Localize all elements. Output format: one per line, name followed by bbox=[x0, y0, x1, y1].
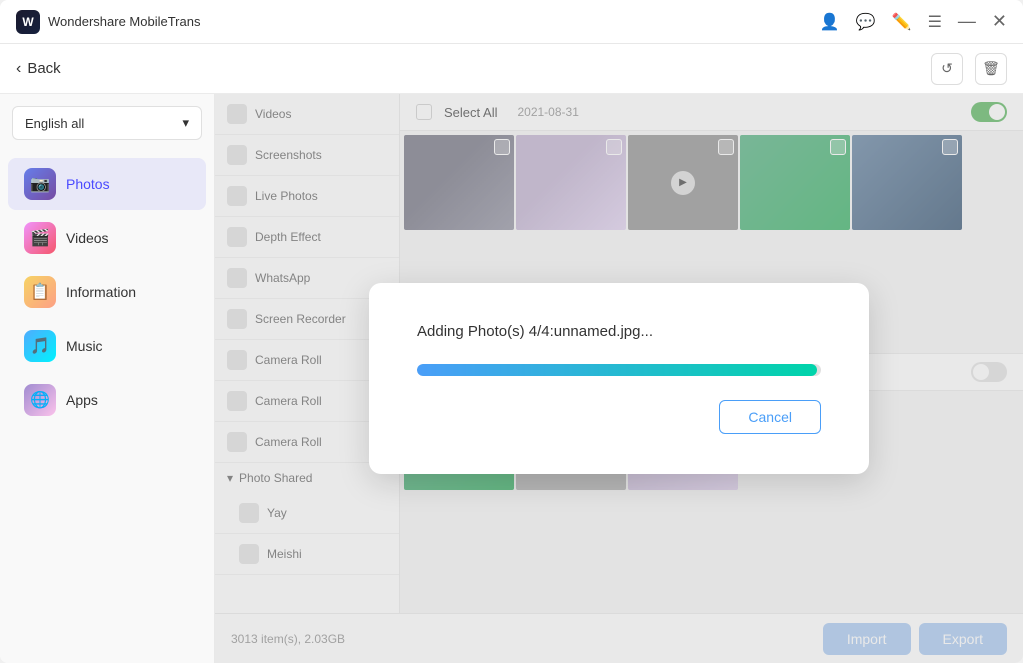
sidebar-item-label-photos: Photos bbox=[66, 176, 110, 192]
close-icon[interactable]: ✕ bbox=[992, 11, 1007, 32]
sub-header-actions: ↺ 🗑 bbox=[931, 53, 1007, 85]
chat-icon[interactable]: 💬 bbox=[856, 12, 876, 32]
dialog-actions: Cancel bbox=[417, 400, 821, 434]
information-icon: 📋 bbox=[24, 276, 56, 308]
sidebar-item-apps[interactable]: 🌐 Apps bbox=[8, 374, 206, 426]
title-bar-controls: 👤 💬 ✏️ ☰ — ✕ bbox=[820, 11, 1007, 32]
back-button[interactable]: ‹ Back bbox=[16, 60, 61, 78]
progress-message: Adding Photo(s) 4/4:unnamed.jpg... bbox=[417, 323, 821, 340]
app-title: Wondershare MobileTrans bbox=[48, 14, 200, 29]
delete-button[interactable]: 🗑 bbox=[975, 53, 1007, 85]
dropdown-label: English all bbox=[25, 116, 84, 131]
music-icon: 🎵 bbox=[24, 330, 56, 362]
minimize-icon[interactable]: — bbox=[958, 11, 976, 32]
sidebar-item-label-videos: Videos bbox=[66, 230, 109, 246]
sidebar-item-label-apps: Apps bbox=[66, 392, 98, 408]
refresh-button[interactable]: ↺ bbox=[931, 53, 963, 85]
sidebar-item-label-music: Music bbox=[66, 338, 103, 354]
videos-icon: 🎬 bbox=[24, 222, 56, 254]
app-window: W Wondershare MobileTrans 👤 💬 ✏️ ☰ — ✕ ‹… bbox=[0, 0, 1023, 663]
sidebar: English all ▾ 📷 Photos 🎬 Videos 📋 Inform… bbox=[0, 94, 215, 663]
progress-overlay: Adding Photo(s) 4/4:unnamed.jpg... Cance… bbox=[215, 94, 1023, 663]
sidebar-nav: 📷 Photos 🎬 Videos 📋 Information 🎵 Music … bbox=[0, 152, 214, 663]
language-dropdown[interactable]: English all ▾ bbox=[12, 106, 202, 140]
menu-icon[interactable]: ☰ bbox=[928, 12, 942, 32]
progress-dialog: Adding Photo(s) 4/4:unnamed.jpg... Cance… bbox=[369, 283, 869, 474]
chevron-down-icon: ▾ bbox=[182, 115, 189, 131]
progress-bar-track bbox=[417, 364, 821, 376]
sub-header: ‹ Back ↺ 🗑 bbox=[0, 44, 1023, 94]
content-area: Videos Screenshots Live Photos Depth Eff… bbox=[215, 94, 1023, 663]
sidebar-item-music[interactable]: 🎵 Music bbox=[8, 320, 206, 372]
edit-icon[interactable]: ✏️ bbox=[892, 12, 912, 32]
photos-icon: 📷 bbox=[24, 168, 56, 200]
sidebar-item-photos[interactable]: 📷 Photos bbox=[8, 158, 206, 210]
sidebar-item-label-information: Information bbox=[66, 284, 136, 300]
account-icon[interactable]: 👤 bbox=[820, 12, 840, 32]
app-icon: W bbox=[16, 10, 40, 34]
main-layout: English all ▾ 📷 Photos 🎬 Videos 📋 Inform… bbox=[0, 94, 1023, 663]
title-bar-left: W Wondershare MobileTrans bbox=[16, 10, 200, 34]
cancel-button[interactable]: Cancel bbox=[719, 400, 821, 434]
back-label: Back bbox=[27, 60, 60, 77]
back-arrow-icon: ‹ bbox=[16, 60, 21, 78]
sidebar-item-information[interactable]: 📋 Information bbox=[8, 266, 206, 318]
title-bar: W Wondershare MobileTrans 👤 💬 ✏️ ☰ — ✕ bbox=[0, 0, 1023, 44]
sidebar-item-videos[interactable]: 🎬 Videos bbox=[8, 212, 206, 264]
progress-bar-fill bbox=[417, 364, 817, 376]
apps-icon: 🌐 bbox=[24, 384, 56, 416]
